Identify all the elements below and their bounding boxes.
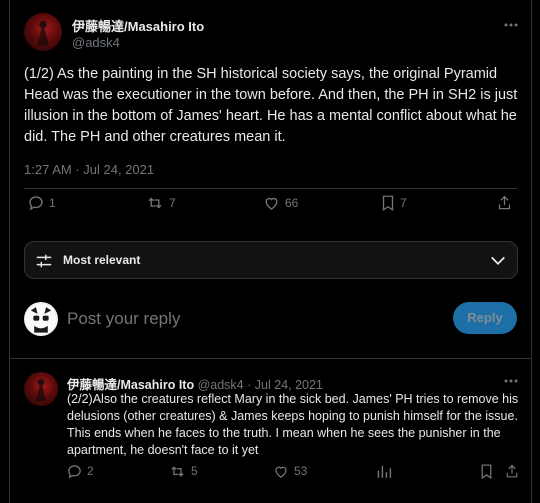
avatar[interactable]: [24, 13, 62, 51]
repost-button[interactable]: 5: [168, 463, 198, 480]
share-button[interactable]: [496, 194, 513, 212]
reply-count: 2: [87, 464, 94, 478]
reply-icon: [66, 463, 83, 480]
filter-sliders-icon: [35, 252, 53, 270]
bookmark-button[interactable]: 7: [380, 194, 407, 212]
handle[interactable]: @adsk4: [72, 35, 120, 50]
reply-button[interactable]: Reply: [453, 302, 517, 334]
more-options-icon[interactable]: [503, 17, 519, 33]
handle[interactable]: @adsk4: [198, 378, 244, 392]
like-count: 53: [294, 464, 308, 478]
reply-input[interactable]: [67, 306, 367, 332]
reply-count: 1: [49, 196, 56, 210]
separator: ·: [247, 378, 252, 392]
like-count: 66: [285, 196, 299, 210]
repost-button[interactable]: 7: [145, 194, 176, 212]
reply-icon: [27, 194, 45, 212]
heart-icon: [262, 194, 281, 212]
user-avatar[interactable]: [24, 302, 58, 336]
bookmark-icon: [479, 463, 494, 480]
more-options-icon[interactable]: [503, 373, 519, 389]
divider: [10, 358, 531, 359]
heart-icon: [272, 463, 290, 480]
bookmark-icon: [380, 194, 396, 212]
repost-count: 7: [169, 196, 176, 210]
share-icon: [496, 194, 513, 212]
chevron-down-icon: [489, 253, 507, 269]
display-name[interactable]: 伊藤暢達/Masahiro Ito: [67, 378, 194, 392]
bookmark-count: 7: [400, 196, 407, 210]
views-button[interactable]: [376, 463, 392, 480]
avatar[interactable]: [24, 372, 58, 406]
display-name[interactable]: 伊藤暢達/Masahiro Ito: [72, 16, 204, 35]
repost-count: 5: [191, 464, 198, 478]
tweet-timestamp[interactable]: 1:27 AM · Jul 24, 2021: [24, 162, 154, 177]
divider: [24, 188, 517, 189]
tweet-text: (2/2)Also the creatures reflect Mary in …: [67, 392, 519, 457]
tweet-date[interactable]: Jul 24, 2021: [255, 378, 323, 392]
like-button[interactable]: 66: [262, 194, 298, 212]
sort-dropdown[interactable]: Most relevant: [24, 241, 518, 279]
repost-icon: [145, 194, 165, 212]
share-button[interactable]: [504, 463, 520, 480]
thread-view: 伊藤暢達/Masahiro Ito @adsk4 (1/2) As the pa…: [9, 0, 532, 503]
repost-icon: [168, 463, 187, 480]
sort-label: Most relevant: [63, 253, 141, 267]
reply-button[interactable]: 1: [27, 194, 56, 212]
tweet-text: (1/2) As the painting in the SH historic…: [24, 66, 518, 145]
analytics-icon: [376, 463, 392, 480]
like-button[interactable]: 53: [272, 463, 307, 480]
share-icon: [504, 463, 520, 480]
reply-button[interactable]: 2: [66, 463, 94, 480]
bookmark-button[interactable]: [479, 463, 494, 480]
